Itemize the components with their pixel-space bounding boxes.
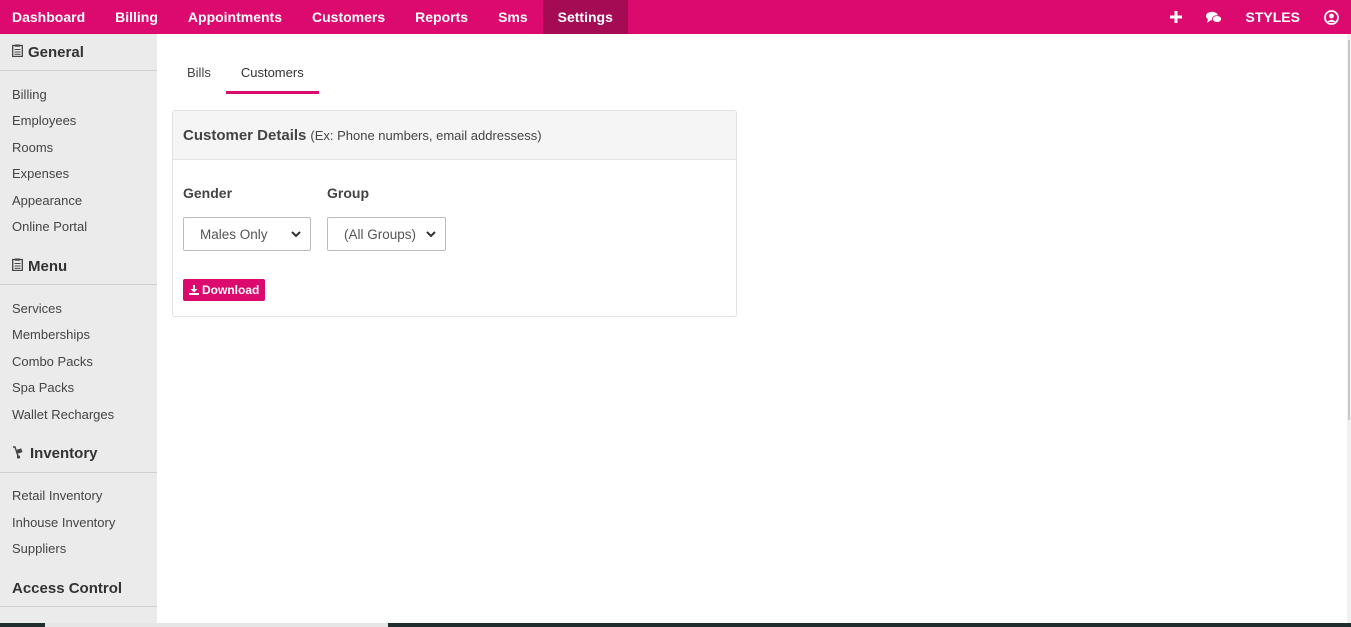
page-scrollbar-thumb[interactable] — [1348, 40, 1350, 420]
download-icon — [189, 285, 199, 295]
sidebar-item-billing[interactable]: Billing — [0, 81, 157, 108]
sidebar-item-suppliers[interactable]: Suppliers — [0, 536, 157, 563]
sidebar-item-spa-packs[interactable]: Spa Packs — [0, 375, 157, 402]
sidebar-item-employees[interactable]: Employees — [0, 108, 157, 135]
sidebar-section-title: Access Control — [12, 579, 123, 597]
group-label: Group — [327, 185, 369, 201]
nav-reports[interactable]: Reports — [400, 0, 483, 34]
sidebar-item-inhouse-inventory[interactable]: Inhouse Inventory — [0, 509, 157, 536]
main-content: Bills Customers Customer Details (Ex: Ph… — [157, 34, 1347, 627]
gender-label: Gender — [183, 185, 233, 201]
panel-title: Customer Details — [183, 126, 307, 144]
chevron-down-icon — [291, 231, 301, 238]
sidebar-item-combo-packs[interactable]: Combo Packs — [0, 348, 157, 375]
panel-subtitle: (Ex: Phone numbers, email addressess) — [310, 127, 542, 143]
sidebar-section-title: General — [28, 43, 84, 61]
tab-bills[interactable]: Bills — [172, 54, 226, 94]
sidebar-item-services[interactable]: Services — [0, 295, 157, 322]
styles-link[interactable]: STYLES — [1234, 9, 1312, 25]
sidebar-section-menu: Menu — [0, 248, 157, 285]
nav-settings[interactable]: Settings — [542, 0, 628, 34]
group-select-value: (All Groups) — [344, 226, 417, 242]
clipboard-icon — [12, 44, 23, 60]
sidebar-item-retail-inventory[interactable]: Retail Inventory — [0, 483, 157, 510]
plus-icon[interactable] — [1158, 0, 1194, 34]
gender-select[interactable]: Males Only — [183, 217, 311, 251]
sidebar-item-online-portal[interactable]: Online Portal — [0, 214, 157, 241]
sidebar-section-title: Inventory — [30, 445, 98, 462]
chevron-down-icon — [426, 231, 436, 238]
chat-icon[interactable] — [1194, 0, 1234, 34]
sidebar-item-appearance[interactable]: Appearance — [0, 187, 157, 214]
sidebar-item-expenses[interactable]: Expenses — [0, 161, 157, 188]
nav-customers[interactable]: Customers — [297, 0, 400, 34]
sidebar-section-inventory: Inventory — [0, 436, 157, 473]
nav-appointments[interactable]: Appointments — [173, 0, 297, 34]
gender-select-value: Males Only — [200, 226, 268, 242]
tab-customers[interactable]: Customers — [225, 54, 319, 94]
sidebar-section-access-control: Access Control — [0, 570, 157, 607]
dolly-icon — [12, 445, 25, 462]
nav-right-group: STYLES — [1158, 0, 1351, 34]
sidebar-item-memberships[interactable]: Memberships — [0, 322, 157, 349]
sidebar-item-rooms[interactable]: Rooms — [0, 134, 157, 161]
download-button[interactable]: Download — [183, 279, 266, 301]
user-circle-icon[interactable] — [1312, 0, 1351, 34]
tab-bar: Bills Customers — [172, 54, 319, 94]
settings-sidebar: General Billing Employees Rooms Expenses… — [0, 34, 157, 627]
sidebar-section-title: Menu — [28, 257, 68, 275]
sidebar-section-general: General — [0, 34, 157, 71]
download-button-label: Download — [202, 283, 260, 297]
nav-sms[interactable]: Sms — [483, 0, 543, 34]
group-select[interactable]: (All Groups) — [327, 217, 446, 251]
taskbar-strip-light — [45, 623, 388, 627]
customer-details-panel: Customer Details (Ex: Phone numbers, ema… — [172, 110, 737, 317]
nav-dashboard[interactable]: Dashboard — [0, 0, 100, 34]
top-navbar: Dashboard Billing Appointments Customers… — [0, 0, 1351, 34]
panel-header: Customer Details (Ex: Phone numbers, ema… — [173, 111, 736, 160]
clipboard-icon — [12, 258, 23, 274]
sidebar-item-wallet-recharges[interactable]: Wallet Recharges — [0, 401, 157, 428]
nav-billing[interactable]: Billing — [100, 0, 173, 34]
